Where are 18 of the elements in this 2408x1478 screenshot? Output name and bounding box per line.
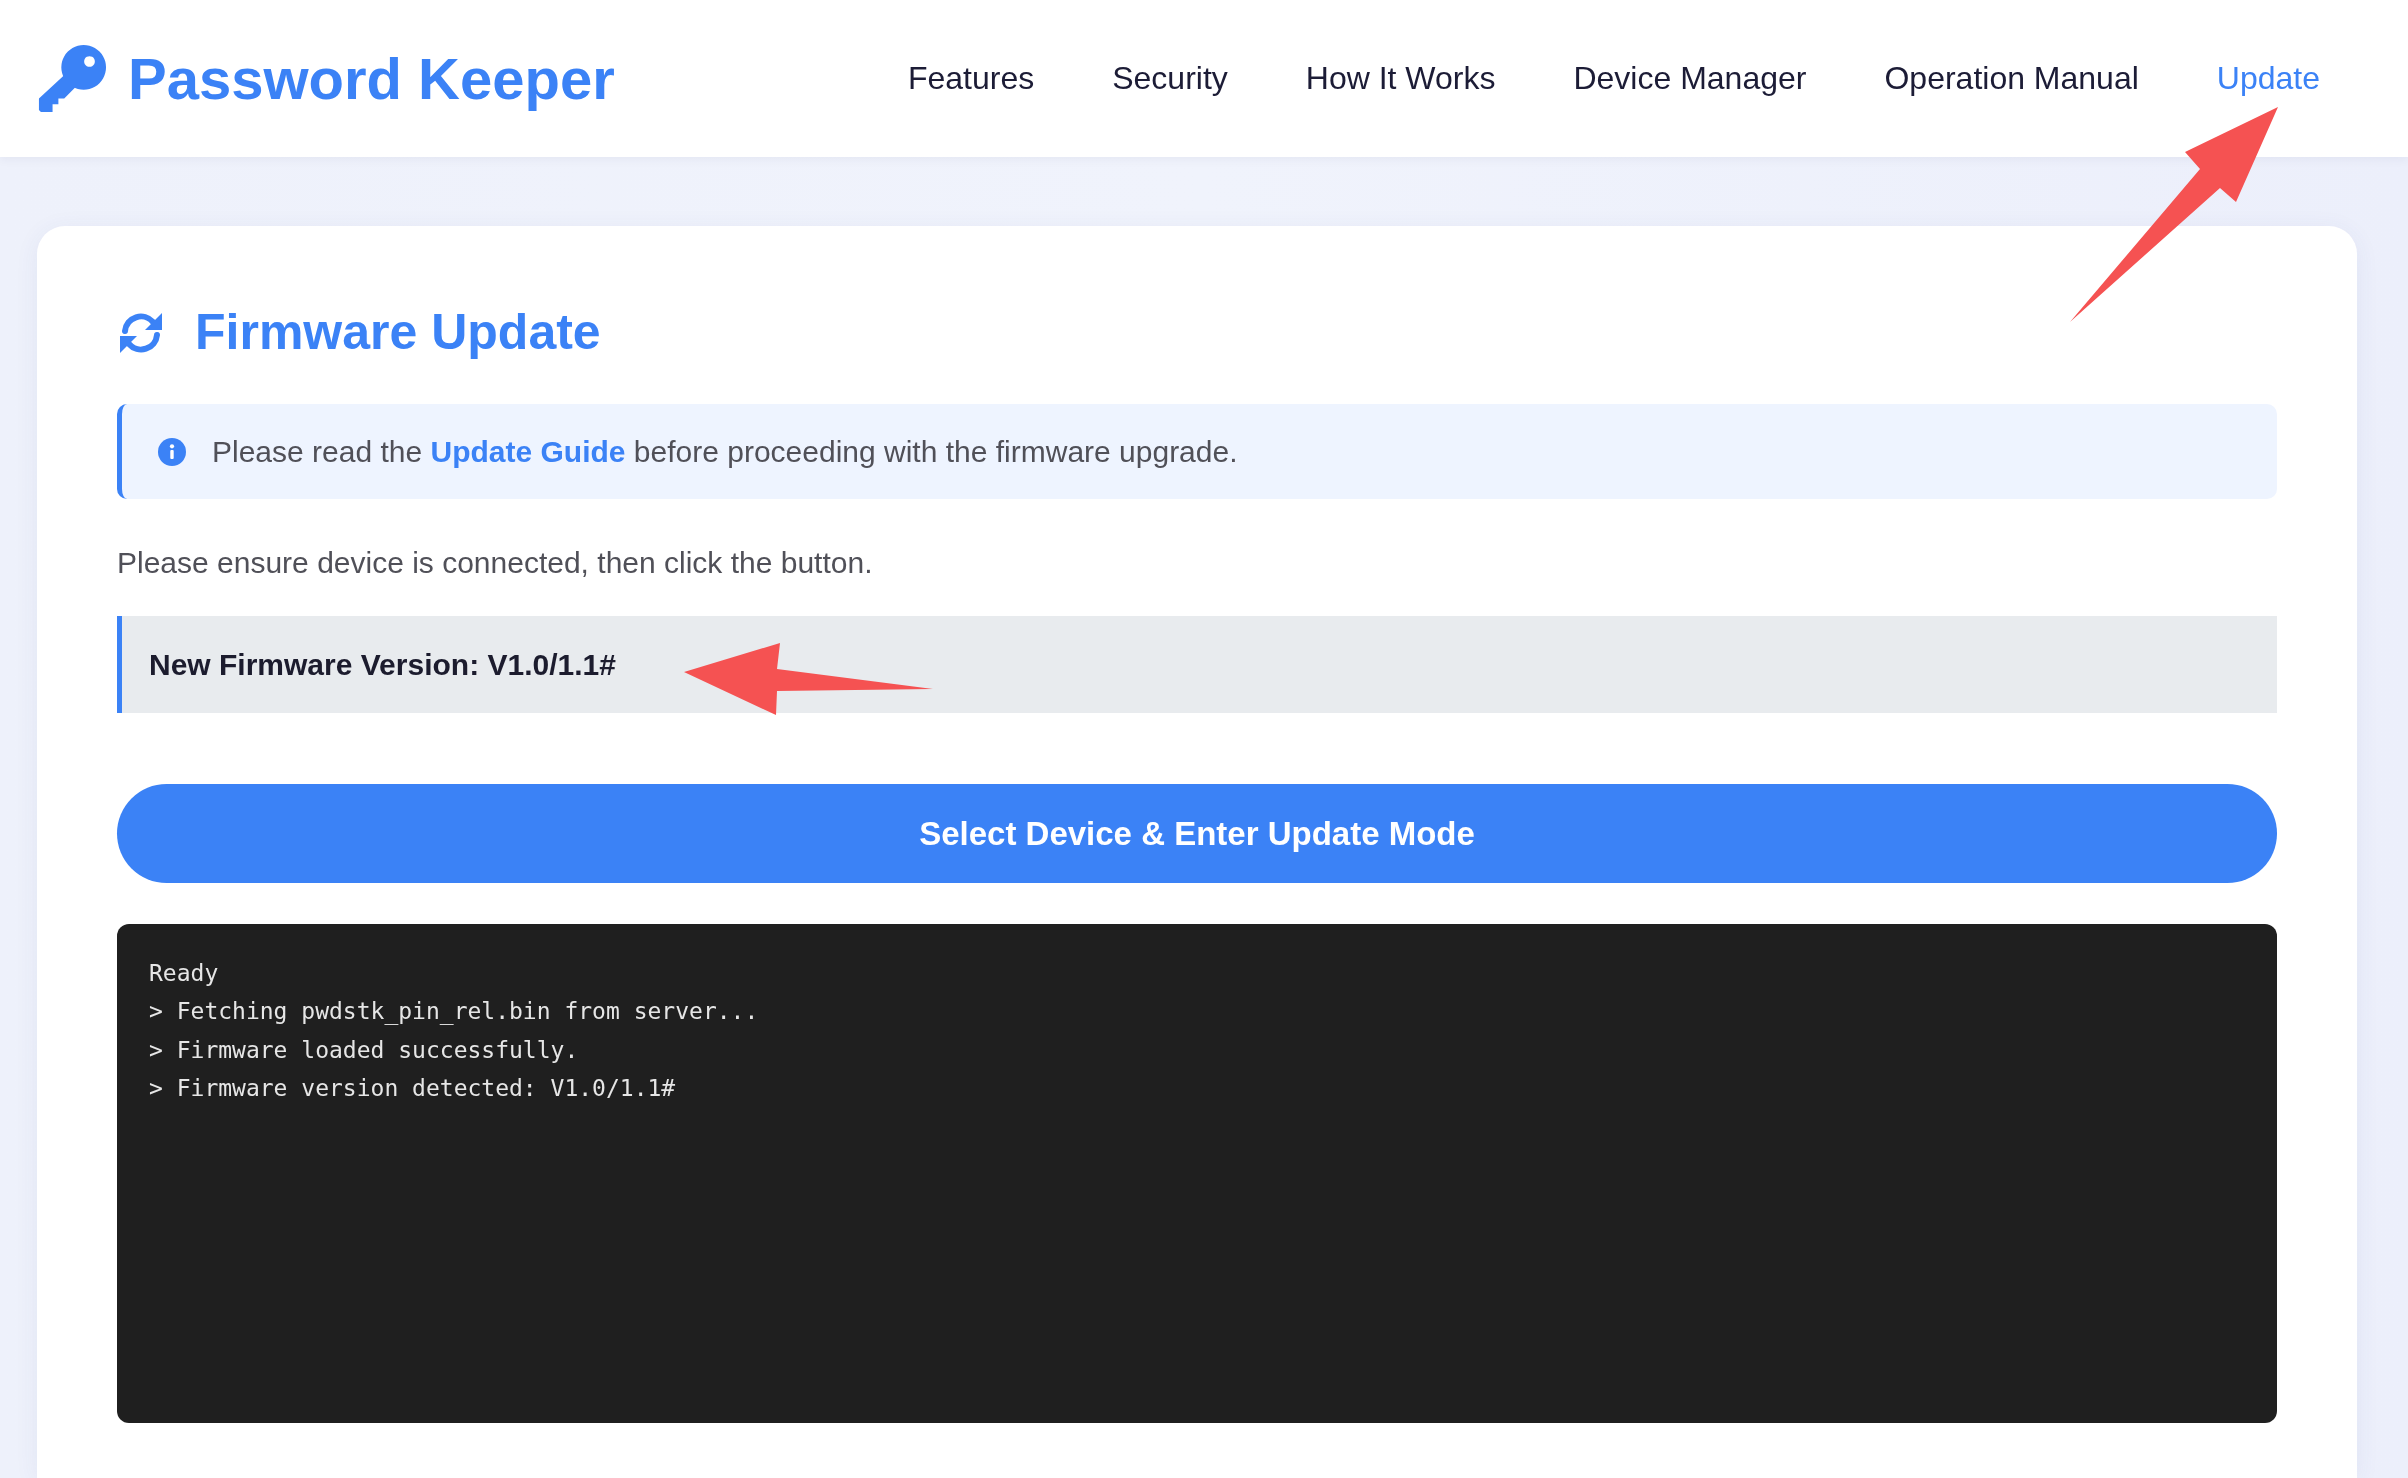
nav-link[interactable]: Security [1112,57,1228,100]
console-line: > Firmware version detected: V1.0/1.1# [149,1074,676,1104]
nav-link[interactable]: Update [2216,57,2320,100]
notice-text: Please read the Update Guide before proceeding with the firmware upgrade. [212,434,1238,470]
instruction-text: Please ensure device is connected, then click the button. [117,545,874,581]
nav-link[interactable]: Operation Manual [1884,57,2139,100]
info-icon [158,437,186,466]
nav-link[interactable]: Features [907,57,1035,100]
key-icon [37,43,107,114]
firmware-version-text: New Firmware Version: V1.0/1.1# [149,648,616,681]
console-line: > Fetching pwdstk_pin_rel.bin from server... [149,997,759,1027]
nav-link[interactable]: Device Manager [1573,57,1807,100]
console-line: > Firmware loaded successfully. [149,1035,579,1065]
logo-title[interactable]: Password Keeper [128,43,615,114]
page-title: Firmware Update [195,305,601,360]
enter-update-mode-button[interactable]: Select Device & Enter Update Mode [117,784,2277,883]
nav-link[interactable]: How It Works [1305,57,1496,100]
console-line: Ready [149,959,219,988]
